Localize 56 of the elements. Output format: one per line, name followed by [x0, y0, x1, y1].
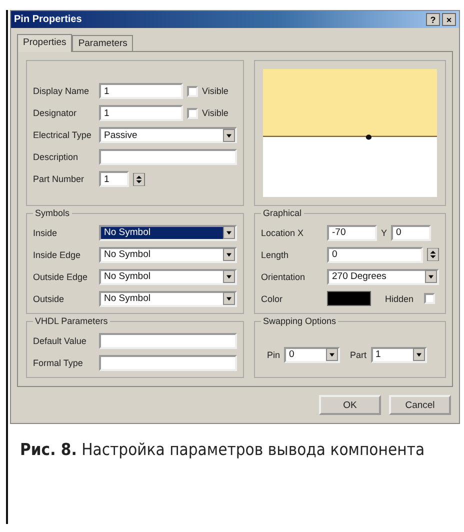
- dropdown-field[interactable]: 0: [284, 346, 340, 362]
- input-field[interactable]: 1: [99, 83, 183, 99]
- figure-caption: Рис. 8. Настройка параметров вывода компонента: [20, 440, 426, 459]
- dropdown-field[interactable]: No Symbol: [99, 290, 237, 306]
- field-label: Display Name: [33, 86, 90, 96]
- checkbox[interactable]: [187, 108, 198, 118]
- field-label: Orientation: [261, 272, 306, 282]
- field-label: Part Number: [33, 174, 86, 184]
- color-swatch[interactable]: [327, 291, 371, 306]
- input-field[interactable]: [99, 354, 237, 370]
- checkbox-label: Visible: [202, 108, 228, 118]
- ok-button[interactable]: OK: [319, 395, 381, 415]
- field-label: Length: [261, 250, 290, 260]
- field-label: Description: [33, 152, 80, 162]
- close-button[interactable]: ×: [442, 13, 456, 26]
- dropdown-field[interactable]: 270 Degrees: [327, 268, 439, 284]
- field-label: Color: [261, 294, 284, 304]
- tab[interactable]: Parameters: [72, 35, 134, 51]
- window-title: Pin Properties: [14, 14, 82, 25]
- field-label: Location X: [261, 228, 305, 238]
- input-field[interactable]: 1: [99, 171, 129, 187]
- field-label: Part: [350, 350, 367, 360]
- input-field[interactable]: 0: [391, 224, 432, 240]
- field-label: Inside: [33, 228, 58, 238]
- help-button[interactable]: ?: [426, 13, 440, 26]
- field-label: Default Value: [33, 336, 88, 346]
- input-field[interactable]: 1: [99, 105, 183, 121]
- group-title: Swapping Options: [261, 316, 338, 326]
- dropdown-field[interactable]: Passive: [99, 127, 237, 143]
- dropdown-field[interactable]: No Symbol: [99, 268, 237, 284]
- dropdown-field[interactable]: No Symbol: [99, 246, 237, 262]
- field-label: Inside Edge: [33, 250, 82, 260]
- input-field[interactable]: [99, 149, 237, 165]
- field-label: Electrical Type: [33, 130, 92, 140]
- field-label: Outside Edge: [33, 272, 89, 282]
- field-label: Formal Type: [33, 358, 84, 368]
- checkbox-label: Visible: [202, 86, 228, 96]
- group-title: Symbols: [33, 208, 72, 218]
- spinner-arrows-icon[interactable]: [427, 248, 439, 261]
- dropdown-field[interactable]: 1: [370, 346, 427, 362]
- group-title: VHDL Parameters: [33, 316, 110, 326]
- cancel-button[interactable]: Cancel: [389, 395, 451, 415]
- input-field[interactable]: 0: [327, 246, 423, 262]
- tab[interactable]: Properties: [17, 34, 72, 52]
- field-label: Y: [381, 228, 388, 238]
- field-label: Designator: [33, 108, 78, 118]
- input-field[interactable]: [99, 332, 237, 348]
- checkbox-label: Hidden: [385, 294, 414, 304]
- field-label: Pin: [267, 350, 280, 360]
- group-title: Graphical: [261, 208, 304, 218]
- checkbox[interactable]: [424, 293, 435, 304]
- input-field[interactable]: -70: [327, 224, 377, 240]
- checkbox[interactable]: [187, 86, 198, 96]
- dropdown-field[interactable]: No Symbol: [99, 224, 237, 240]
- spinner-arrows-icon[interactable]: [133, 172, 145, 186]
- field-label: Outside: [33, 294, 66, 304]
